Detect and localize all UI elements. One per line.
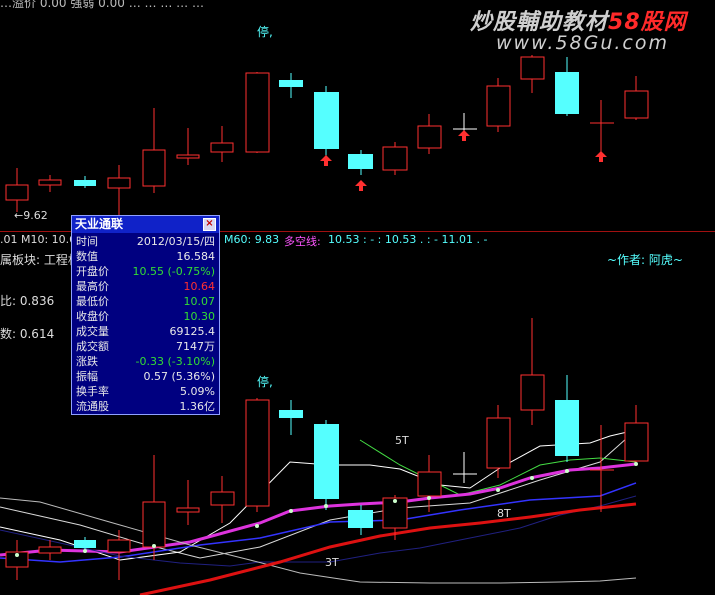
candle-body [624,422,649,462]
candle-body [314,424,339,499]
info-row-label: 成交量 [76,325,109,338]
info-row-value: 10.07 [183,295,216,308]
candle-body [74,540,96,548]
main-candlestick-chart[interactable] [0,0,715,232]
info-row-label: 收盘价 [76,310,109,323]
candle-body [142,501,166,548]
info-row: 成交量 69125.4 [72,324,219,339]
info-row: 振幅 0.57 (5.36%) [72,369,219,384]
ma-dot [530,476,534,480]
up-arrow-icon [355,180,367,191]
info-row-value: 69125.4 [169,325,216,338]
candle-body [245,399,270,507]
info-row: 数值 16.584 [72,249,219,264]
info-row-value: 0.57 (5.36%) [143,370,215,383]
price-marker: ←9.62 [14,209,48,222]
ma-dot [83,549,87,553]
candle-body [38,179,62,186]
candle-body [348,154,373,169]
stock-info-panel[interactable]: 天业通联 × 时间 2012/03/15/四数值 16.584 开盘价 10.55 (-… [71,215,220,415]
ma-dot [393,499,397,503]
ma-dot [565,469,569,473]
candle-body [279,80,303,87]
candle-body [486,417,511,469]
info-row: 成交额 7147万 [72,339,219,354]
candle-body [348,510,373,528]
info-row: 收盘价 10.30 [72,309,219,324]
candle-body [38,546,62,554]
ma-dot [15,553,19,557]
candle-body [555,72,579,114]
info-row-value: 16.584 [176,250,216,263]
info-row-value: 5.09% [180,385,215,398]
ma-dot [289,509,293,513]
ma-dot [152,544,156,548]
candle-body [176,154,200,159]
stop-label-bottom: 停, [257,375,273,389]
info-row: 时间 2012/03/15/四 [72,234,219,249]
info-row-value: -0.33 (-3.10%) [135,355,215,368]
info-row: 流通股 1.36亿 [72,399,219,414]
candle-body [210,491,235,506]
candle-body [382,146,408,171]
candle-body [279,410,303,418]
info-row-label: 换手率 [76,385,109,398]
candle-body [624,90,649,119]
info-row-label: 最高价 [76,280,109,293]
info-row-value: 2012/03/15/四 [136,235,215,248]
info-row-label: 振幅 [76,370,98,383]
info-row: 换手率 5.09% [72,384,219,399]
candle-body [107,177,131,189]
info-row: 最低价 10.07 [72,294,219,309]
ma-dot [634,462,638,466]
candle-body [314,92,339,149]
up-arrow-icon [458,130,470,141]
info-row-label: 最低价 [76,295,109,308]
info-row-value: 10.55 (-0.75%) [132,265,215,278]
info-row-value: 10.64 [183,280,216,293]
stop-label-top: 停, [257,25,273,39]
label-8t: 8T [497,507,511,520]
candle-body [74,180,96,186]
candle-body [555,400,579,456]
candles-top [5,55,649,216]
info-row-label: 成交额 [76,340,109,353]
stock-chart-window: …溢价 0.00 强弱 0.00 … … … … … 炒股輔助教材58股网 ww… [0,0,715,595]
info-row: 开盘价 10.55 (-0.75%) [72,264,219,279]
ma-dot [324,504,328,508]
candle-body [486,85,511,127]
up-arrow-icon [320,155,332,166]
info-row-label: 时间 [76,235,98,248]
candle-body [5,184,29,201]
info-row-label: 流通股 [76,400,109,413]
ma-dot [427,496,431,500]
info-row-value: 1.36亿 [179,400,216,413]
candle-body [176,507,200,513]
info-row-label: 数值 [76,250,98,263]
up-arrow-icon [595,151,607,162]
panel-title[interactable]: 天业通联 [72,216,219,233]
candle-body [520,56,545,80]
candle-body [417,125,442,149]
info-row-label: 涨跌 [76,355,98,368]
candle-body [210,142,234,153]
candle-body [107,539,131,553]
info-row-label: 开盘价 [76,265,109,278]
label-3t: 3T [325,556,339,569]
label-5t: 5T [395,434,409,447]
candle-body [245,72,270,153]
candle-body [142,149,166,187]
candle-body [520,374,545,411]
ma-dot [496,488,500,492]
info-row-value: 10.30 [183,310,216,323]
info-row-value: 7147万 [176,340,215,353]
info-row: 涨跌 -0.33 (-3.10%) [72,354,219,369]
close-icon[interactable]: × [203,218,216,231]
ma-dot [255,524,259,528]
info-row: 最高价 10.64 [72,279,219,294]
candle-body [417,471,442,497]
